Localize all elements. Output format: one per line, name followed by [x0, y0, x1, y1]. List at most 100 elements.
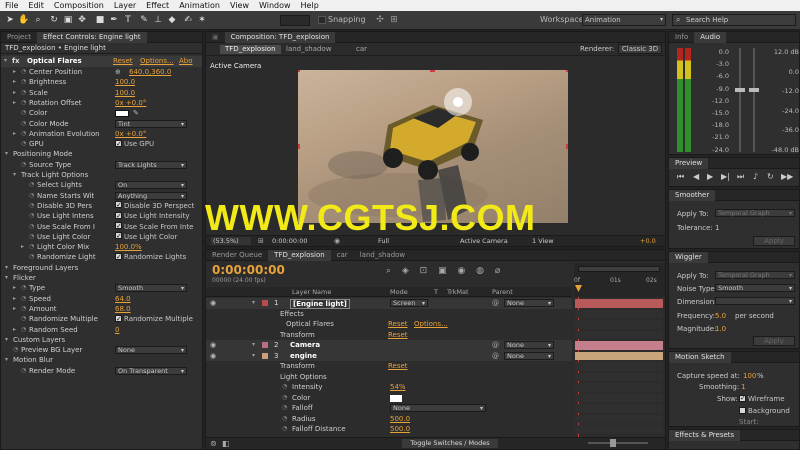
magnitude-value[interactable]: 1.0 [715, 325, 726, 333]
smoother-apply-to-dropdown[interactable]: Temporal Graph [715, 209, 795, 217]
stopwatch-icon[interactable]: ◔ [21, 283, 26, 294]
type-tool-icon[interactable]: T [122, 14, 134, 26]
resolution-dropdown[interactable]: Full [378, 237, 408, 245]
label-color-swatch[interactable] [262, 300, 268, 306]
workspace-dropdown[interactable]: Animation [582, 14, 666, 26]
parent-dropdown[interactable]: None [504, 299, 554, 307]
blend-mode-dropdown[interactable]: Screen [390, 299, 428, 307]
comp-subtab-tfd[interactable]: TFD_explosion [220, 45, 281, 54]
menu-edit[interactable]: Edit [23, 1, 49, 10]
label-color-swatch[interactable] [262, 342, 268, 348]
effect-prop-checkbox[interactable]: Use GPU [115, 139, 154, 150]
zoom-dropdown[interactable]: (53.5%) [211, 237, 251, 245]
layer-duration-bar[interactable] [575, 341, 663, 350]
tab-composition[interactable]: Composition: TFD_explosion [224, 31, 336, 43]
camera-tool-icon[interactable]: ▣ [62, 14, 74, 26]
stopwatch-icon[interactable]: ◔ [29, 252, 34, 263]
tab-timeline-tfd[interactable]: TFD_explosion [268, 249, 331, 261]
tab-timeline-land-shadow[interactable]: land_shadow [354, 250, 411, 261]
stopwatch-icon[interactable]: ◔ [29, 222, 34, 233]
handle-tl[interactable] [298, 70, 300, 72]
effect-prop-dropdown[interactable]: Anything [115, 191, 187, 200]
stopwatch-icon[interactable]: ◔ [21, 88, 26, 99]
layer-duration-bar[interactable] [575, 383, 663, 392]
effect-prop-value[interactable]: 64.0 [115, 294, 131, 305]
col-parent[interactable]: Parent [492, 288, 513, 296]
wiggler-apply-button[interactable]: Apply [753, 336, 795, 346]
menu-composition[interactable]: Composition [49, 1, 109, 10]
view-layout-dropdown[interactable]: 1 View [532, 237, 562, 245]
handle-ml[interactable] [298, 144, 300, 149]
col-layer-name[interactable]: Layer Name [292, 288, 331, 296]
timeline-layer-row[interactable]: ◉ ▾ 3 engine @ None [206, 350, 572, 362]
puppet-tool-icon[interactable]: ✶ [196, 14, 208, 26]
color-swatch[interactable] [390, 394, 402, 402]
layer-name[interactable]: engine [290, 351, 317, 362]
first-frame-icon[interactable]: ⏮ [677, 172, 684, 182]
zoom-slider[interactable] [588, 442, 648, 444]
menu-file[interactable]: File [0, 1, 23, 10]
prev-frame-icon[interactable]: ◀ [693, 172, 699, 181]
layer-name[interactable]: Intensity [292, 382, 322, 393]
timeline-property-row[interactable]: Falloff None ◔ [206, 403, 572, 414]
timeline-property-row[interactable]: Radius 500.0 ◔ [206, 414, 572, 425]
effect-options-link[interactable]: Options... [140, 56, 174, 67]
effect-prop-value[interactable]: 100.0 [115, 77, 135, 88]
effect-prop-value[interactable]: 0x +0.0° [115, 98, 146, 109]
snap-icon[interactable]: ✣ [374, 14, 386, 26]
timeline-property-row[interactable]: Color ◔ [206, 393, 572, 404]
comp-lock-icon[interactable]: ▣ [206, 32, 225, 43]
effect-prop-dropdown[interactable]: On Transparent [115, 366, 187, 375]
effect-prop-dropdown[interactable]: Smooth [115, 284, 187, 293]
effect-prop-checkbox[interactable]: Randomize Multiple [115, 314, 193, 325]
effect-prop-dropdown[interactable]: Tint [115, 119, 187, 128]
volume-slider-right[interactable] [753, 48, 755, 152]
menu-layer[interactable]: Layer [109, 1, 141, 10]
falloff-dropdown[interactable]: None [390, 404, 486, 412]
crosshair-icon[interactable]: ⊕ [115, 67, 121, 78]
parent-dropdown[interactable]: None [504, 351, 554, 360]
options-link[interactable]: Options... [414, 319, 448, 330]
frequency-value[interactable]: 5.0 [715, 312, 726, 320]
expand-triangle-icon[interactable]: ▾ [5, 335, 8, 346]
visibility-eye-icon[interactable]: ◉ [210, 298, 216, 309]
stopwatch-icon[interactable]: ◔ [21, 366, 26, 377]
menu-view[interactable]: View [225, 1, 254, 10]
timeline-property-row[interactable]: Effects [206, 309, 572, 320]
playhead-icon[interactable] [575, 285, 582, 292]
expand-triangle-icon[interactable]: ▾ [5, 273, 8, 284]
layer-name[interactable]: [Engine light] [290, 299, 350, 309]
expand-triangle-icon[interactable]: ▾ [252, 351, 255, 362]
stopwatch-icon[interactable]: ◔ [282, 424, 287, 435]
ram-preview-icon[interactable]: ▶▶ [781, 172, 793, 181]
stopwatch-icon[interactable]: ◔ [29, 232, 34, 243]
time-ruler[interactable]: 0f 01s 02s [574, 263, 665, 297]
layer-duration-bar[interactable] [575, 404, 663, 413]
tab-project[interactable]: Project [1, 32, 37, 43]
parent-pickwhip-icon[interactable]: @ [492, 340, 499, 351]
layer-name[interactable]: Color [292, 393, 310, 404]
layer-duration-bar[interactable] [575, 330, 663, 339]
layer-duration-bar[interactable] [575, 299, 663, 308]
snap-options-icon[interactable]: ⊞ [388, 14, 400, 26]
timeline-layer-row[interactable]: ◉ ▾ 1 [Engine light] Screen @ None [206, 298, 572, 309]
expand-triangle-icon[interactable]: ▾ [13, 170, 16, 181]
layer-duration-bar[interactable] [575, 372, 663, 381]
menu-window[interactable]: Window [254, 1, 296, 10]
work-area-bar[interactable] [578, 266, 660, 272]
property-value[interactable]: 500.0 [390, 414, 410, 425]
snapshot-icon[interactable]: ◉ [334, 237, 344, 245]
hand-tool-icon[interactable]: ✋ [18, 14, 30, 26]
effect-prop-value[interactable]: 640.0,360.0 [129, 67, 171, 78]
property-value[interactable]: 54% [390, 382, 406, 393]
tab-motion-sketch[interactable]: Motion Sketch [669, 351, 731, 363]
reset-link[interactable]: Reset [388, 361, 408, 372]
expand-triangle-icon[interactable]: ▸ [13, 304, 16, 315]
play-icon[interactable]: ▶ [707, 172, 713, 181]
audio-icon[interactable]: ♪ [753, 172, 758, 181]
roto-brush-icon[interactable]: ✍ [182, 14, 194, 26]
timeline-property-row[interactable]: Transform Reset [206, 330, 572, 341]
zoom-tool-icon[interactable]: ⌕ [32, 14, 44, 26]
stopwatch-icon[interactable]: ◔ [21, 98, 26, 109]
reset-link[interactable]: Reset [388, 319, 408, 330]
